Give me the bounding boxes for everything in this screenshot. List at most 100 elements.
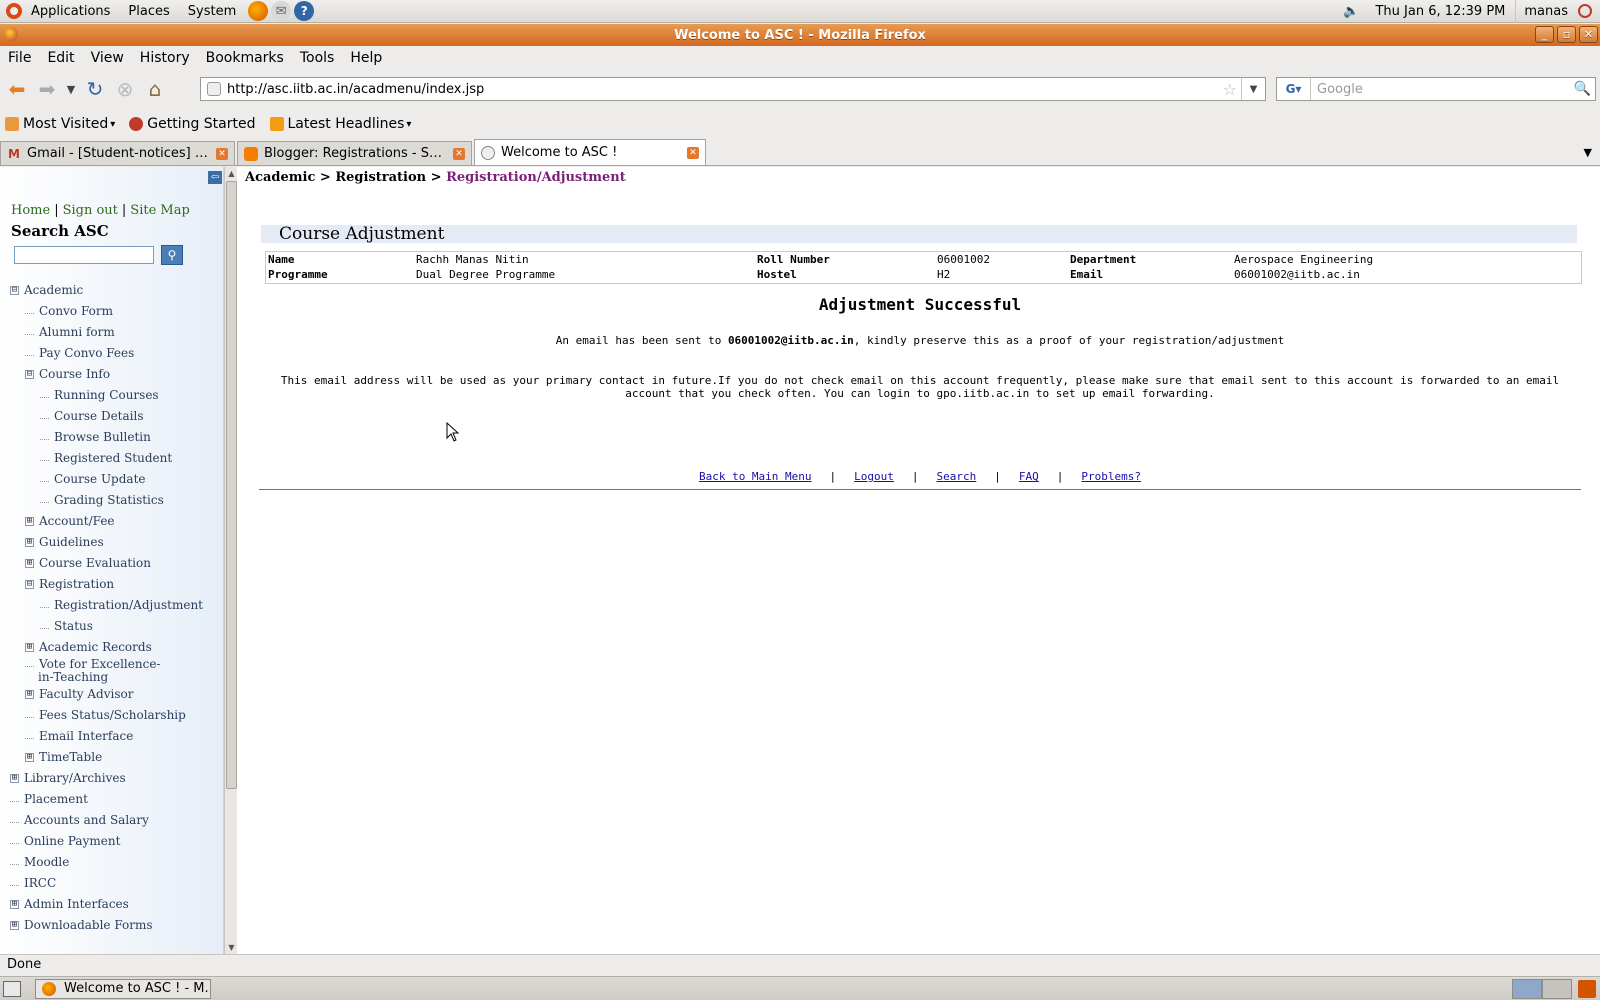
help-launcher-icon[interactable]: ? xyxy=(294,1,315,21)
scrollbar-thumb[interactable] xyxy=(226,181,237,789)
collapse-icon[interactable]: ⊟ xyxy=(25,579,34,589)
sidebar-search-input[interactable] xyxy=(14,246,154,264)
tree-item-running-courses[interactable]: Running Courses xyxy=(40,388,159,402)
menu-history[interactable]: History xyxy=(132,50,198,66)
tree-item-email-interface[interactable]: Email Interface xyxy=(25,729,133,743)
menu-tools[interactable]: Tools xyxy=(292,50,343,66)
tab-close-icon[interactable]: ✕ xyxy=(216,147,228,160)
tree-item-course-info[interactable]: ⊟ Course Info xyxy=(25,367,110,381)
expand-icon[interactable]: ⊞ xyxy=(25,537,34,547)
tab-list-icon[interactable]: ▼ xyxy=(1584,146,1592,159)
maximize-button[interactable]: ▫ xyxy=(1557,26,1576,43)
collapse-icon[interactable]: ⊟ xyxy=(25,369,34,379)
trash-icon[interactable] xyxy=(1578,979,1596,998)
home-button[interactable]: ⌂ xyxy=(140,74,170,104)
window-menu-icon[interactable] xyxy=(4,27,18,41)
tree-item-placement[interactable]: Placement xyxy=(10,792,88,806)
menu-edit[interactable]: Edit xyxy=(39,50,82,66)
tree-item-course-evaluation[interactable]: ⊞ Course Evaluation xyxy=(25,556,151,570)
tree-item-academic-records[interactable]: ⊞ Academic Records xyxy=(25,640,152,654)
url-text[interactable]: http://asc.iitb.ac.in/acadmenu/index.jsp xyxy=(227,82,484,97)
workspace-1[interactable] xyxy=(1512,978,1542,999)
tree-item-registered-student[interactable]: Registered Student xyxy=(40,451,172,465)
expand-icon[interactable]: ⊞ xyxy=(25,558,34,568)
tab-close-icon[interactable]: ✕ xyxy=(687,146,699,159)
search-link[interactable]: Search xyxy=(937,470,977,483)
site-map-link[interactable]: Site Map xyxy=(130,203,190,218)
tree-item-pay-convo-fees[interactable]: Pay Convo Fees xyxy=(25,346,134,360)
sidebar-search-button[interactable]: ⚲ xyxy=(161,245,183,265)
power-icon[interactable] xyxy=(1578,4,1592,18)
problems-link[interactable]: Problems? xyxy=(1081,470,1141,483)
mail-launcher-icon[interactable]: ✉ xyxy=(271,1,292,21)
firefox-launcher-icon[interactable] xyxy=(248,1,269,21)
tree-item-alumni-form[interactable]: Alumni form xyxy=(25,325,115,339)
sidebar-scrollbar[interactable]: ▲ ▼ xyxy=(224,167,237,954)
tree-item-guidelines[interactable]: ⊞ Guidelines xyxy=(25,535,104,549)
places-menu[interactable]: Places xyxy=(119,0,178,23)
tab-close-icon[interactable]: ✕ xyxy=(453,147,465,160)
tab-welcome-asc[interactable]: Welcome to ASC ! ✕ xyxy=(474,139,706,165)
tree-item-vote-excellence-cont[interactable]: in-Teaching xyxy=(38,670,108,684)
tree-item-course-update[interactable]: Course Update xyxy=(40,472,146,486)
scroll-up-icon[interactable]: ▲ xyxy=(225,167,238,180)
expand-icon[interactable]: ⊞ xyxy=(25,752,34,762)
show-desktop-icon[interactable] xyxy=(3,980,21,997)
url-bar[interactable]: http://asc.iitb.ac.in/acadmenu/index.jsp… xyxy=(200,77,1266,101)
tree-item-library-archives[interactable]: ⊞ Library/Archives xyxy=(10,771,126,785)
tree-item-status[interactable]: Status xyxy=(40,619,93,633)
bookmark-getting-started[interactable]: Getting Started xyxy=(124,116,260,132)
history-dropdown-icon[interactable]: ▼ xyxy=(62,74,80,104)
tree-item-online-payment[interactable]: Online Payment xyxy=(10,834,120,848)
bookmark-most-visited[interactable]: Most Visited ▾ xyxy=(0,116,120,132)
search-icon[interactable]: 🔍 xyxy=(1574,81,1595,97)
tab-blogger[interactable]: Blogger: Registrations - Sprin... ✕ xyxy=(237,141,472,165)
tree-item-fees-status[interactable]: Fees Status/Scholarship xyxy=(25,708,186,722)
url-dropdown-icon[interactable]: ▼ xyxy=(1241,78,1265,100)
back-to-main-menu-link[interactable]: Back to Main Menu xyxy=(699,470,812,483)
back-button[interactable]: ⬅ xyxy=(2,74,32,104)
tree-item-downloadable-forms[interactable]: ⊞ Downloadable Forms xyxy=(10,918,153,932)
expand-icon[interactable]: ⊞ xyxy=(10,920,19,930)
tree-item-vote-excellence[interactable]: Vote for Excellence- xyxy=(25,657,160,671)
reload-button[interactable]: ↻ xyxy=(80,74,110,104)
clock[interactable]: Thu Jan 6, 12:39 PM xyxy=(1365,4,1515,19)
tree-item-registration[interactable]: ⊟ Registration xyxy=(25,577,114,591)
tree-item-ircc[interactable]: IRCC xyxy=(10,876,56,890)
tree-item-course-details[interactable]: Course Details xyxy=(40,409,143,423)
taskbar-window-button[interactable]: Welcome to ASC ! - M... xyxy=(35,978,211,999)
expand-icon[interactable]: ⊞ xyxy=(25,689,34,699)
tab-gmail[interactable]: M Gmail - [Student-notices] Re... ✕ xyxy=(0,141,235,165)
workspace-switcher[interactable] xyxy=(1512,978,1572,999)
expand-icon[interactable]: ⊞ xyxy=(10,899,19,909)
tree-item-admin-interfaces[interactable]: ⊞ Admin Interfaces xyxy=(10,897,129,911)
tree-item-academic[interactable]: ⊟ Academic xyxy=(10,283,83,297)
menu-bookmarks[interactable]: Bookmarks xyxy=(198,50,292,66)
bookmark-latest-headlines[interactable]: Latest Headlines ▾ xyxy=(265,116,417,132)
expand-icon[interactable]: ⊞ xyxy=(25,642,34,652)
tree-item-moodle[interactable]: Moodle xyxy=(10,855,69,869)
expand-icon[interactable]: ⊞ xyxy=(10,773,19,783)
tree-item-accounts-salary[interactable]: Accounts and Salary xyxy=(10,813,149,827)
collapse-sidebar-icon[interactable]: ⇦ xyxy=(208,171,222,184)
scroll-down-icon[interactable]: ▼ xyxy=(225,941,238,954)
tree-item-timetable[interactable]: ⊞ TimeTable xyxy=(25,750,102,764)
tree-item-convo-form[interactable]: Convo Form xyxy=(25,304,113,318)
stop-button[interactable]: ⊗ xyxy=(110,74,140,104)
tree-item-registration-adjustment[interactable]: Registration/Adjustment xyxy=(40,598,203,612)
site-identity-icon[interactable] xyxy=(207,82,221,96)
minimize-button[interactable]: _ xyxy=(1535,26,1554,43)
sign-out-link[interactable]: Sign out xyxy=(63,203,118,218)
search-input[interactable]: Google xyxy=(1311,82,1363,97)
ubuntu-logo-icon[interactable] xyxy=(6,3,22,19)
bookmark-star-icon[interactable]: ☆ xyxy=(1223,80,1241,99)
expand-icon[interactable]: ⊞ xyxy=(25,516,34,526)
applications-menu[interactable]: Applications xyxy=(22,0,119,23)
faq-link[interactable]: FAQ xyxy=(1019,470,1039,483)
search-engine-icon[interactable]: G▾ xyxy=(1277,78,1311,100)
tree-item-browse-bulletin[interactable]: Browse Bulletin xyxy=(40,430,151,444)
tree-item-faculty-advisor[interactable]: ⊞ Faculty Advisor xyxy=(25,687,133,701)
workspace-2[interactable] xyxy=(1542,978,1572,999)
logout-link[interactable]: Logout xyxy=(854,470,894,483)
tree-item-grading-statistics[interactable]: Grading Statistics xyxy=(40,493,164,507)
